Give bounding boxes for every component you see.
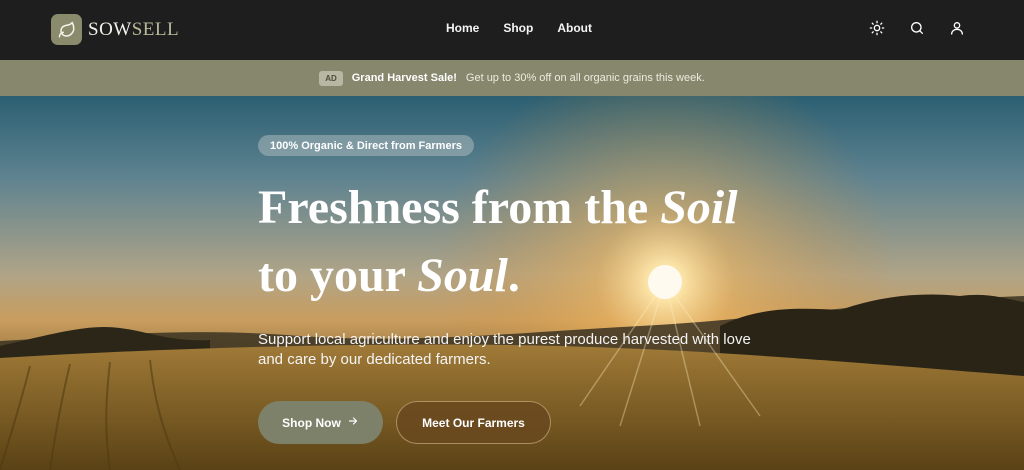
- shop-now-label: Shop Now: [282, 415, 341, 430]
- brand-name-part2: SELL: [131, 18, 180, 40]
- shop-now-button[interactable]: Shop Now: [258, 401, 383, 444]
- meet-farmers-button[interactable]: Meet Our Farmers: [396, 401, 551, 444]
- ad-badge: AD: [319, 70, 343, 86]
- tagline-badge: 100% Organic & Direct from Farmers: [258, 135, 474, 156]
- user-icon[interactable]: [948, 19, 966, 37]
- nav-link-home[interactable]: Home: [446, 21, 479, 35]
- brand-name-part1: SOW: [88, 18, 132, 40]
- hero-headline: Freshness from the Soil to your Soul.: [258, 174, 818, 310]
- meet-farmers-label: Meet Our Farmers: [422, 415, 525, 430]
- brand-name: SOWSELL: [88, 19, 179, 41]
- headline-emphasis-soul: Soul: [417, 249, 508, 302]
- arrow-right-icon: [347, 415, 359, 430]
- search-icon[interactable]: [908, 19, 926, 37]
- hero-section: 100% Organic & Direct from Farmers Fresh…: [0, 96, 1024, 470]
- nav-link-shop[interactable]: Shop: [503, 21, 533, 35]
- promo-banner: AD Grand Harvest Sale! Get up to 30% off…: [0, 60, 1024, 96]
- top-navbar: SOWSELL Home Shop About: [0, 0, 1024, 60]
- leaf-icon: [51, 14, 82, 45]
- promo-text: Get up to 30% off on all organic grains …: [465, 72, 705, 84]
- nav-actions: [868, 19, 966, 37]
- main-nav: Home Shop About: [446, 21, 592, 35]
- headline-emphasis-soil: Soil: [660, 181, 738, 234]
- sun-icon[interactable]: [868, 19, 886, 37]
- headline-end: .: [507, 249, 520, 302]
- headline-part1: Freshness from the: [258, 181, 661, 234]
- brand-logo[interactable]: SOWSELL: [51, 14, 179, 45]
- headline-part2: to your: [258, 249, 418, 302]
- promo-title: Grand Harvest Sale!: [351, 72, 457, 84]
- nav-link-about[interactable]: About: [557, 21, 592, 35]
- hero-subtitle: Support local agriculture and enjoy the …: [258, 331, 751, 368]
